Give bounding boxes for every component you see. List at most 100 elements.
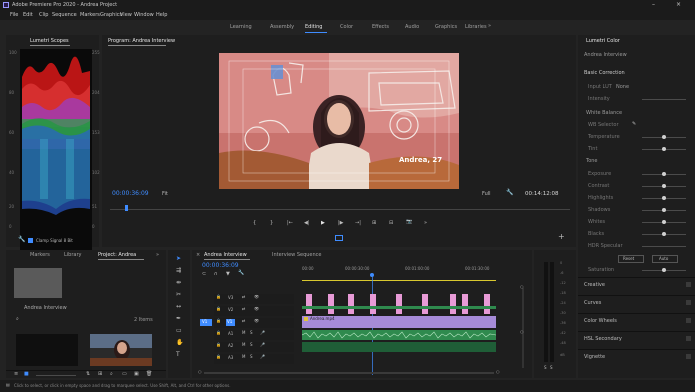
workspace-assembly[interactable]: Assembly bbox=[270, 25, 294, 30]
tab-markers[interactable]: Markers bbox=[30, 253, 50, 258]
list-view-icon[interactable]: ≡ bbox=[14, 372, 18, 377]
hsl-secondary-toggle[interactable] bbox=[686, 336, 691, 341]
slip-tool-icon[interactable]: ↔ bbox=[176, 304, 181, 310]
wrench-settings-icon[interactable]: 🔧 bbox=[506, 190, 513, 196]
creative-section[interactable]: Creative bbox=[584, 283, 605, 288]
vignette-section[interactable]: Vignette bbox=[584, 355, 605, 360]
ripple-edit-tool-icon[interactable]: ⇹ bbox=[176, 280, 181, 286]
eyedropper-icon[interactable]: ✎ bbox=[632, 122, 636, 127]
find-icon[interactable]: ⌕ bbox=[110, 372, 113, 377]
v2-pink-clip-6[interactable] bbox=[422, 294, 428, 314]
workspace-graphics[interactable]: Graphics bbox=[435, 25, 457, 30]
v2-sync-icon[interactable]: ⇄ bbox=[242, 307, 245, 311]
razor-tool-icon[interactable]: ✂ bbox=[176, 292, 181, 298]
transport-more-button[interactable]: » bbox=[424, 221, 427, 226]
v2-pink-clip-4[interactable] bbox=[370, 294, 376, 314]
timeline-scroll-up-knob[interactable]: ○ bbox=[520, 285, 524, 289]
mark-out-button[interactable]: } bbox=[270, 221, 273, 226]
close-button[interactable]: × bbox=[676, 2, 681, 8]
workspace-color[interactable]: Color bbox=[340, 25, 353, 30]
reset-button[interactable]: Reset bbox=[618, 255, 644, 263]
v2-pink-clip-3[interactable] bbox=[348, 294, 354, 314]
mark-in-button[interactable]: { bbox=[253, 221, 256, 226]
vignette-toggle[interactable] bbox=[686, 354, 691, 359]
color-wheels-section[interactable]: Color Wheels bbox=[584, 319, 617, 324]
menu-graphics[interactable]: Graphics bbox=[100, 13, 122, 18]
v2-pink-clip-9[interactable] bbox=[484, 294, 490, 314]
search-icon[interactable]: ⌕ bbox=[16, 317, 19, 322]
v2-eye-icon[interactable]: 👁 bbox=[254, 307, 259, 311]
a1-solo-icon[interactable]: S bbox=[250, 331, 253, 335]
v1-eye-icon[interactable]: 👁 bbox=[254, 319, 259, 323]
source-patch-v1[interactable]: V1 bbox=[200, 319, 212, 326]
v2-pink-clip-5[interactable] bbox=[396, 294, 402, 314]
hsl-secondary-section[interactable]: HSL Secondary bbox=[584, 337, 622, 342]
clear-icon[interactable]: 🗑 bbox=[146, 372, 152, 377]
lift-button[interactable]: ⊞ bbox=[372, 221, 376, 226]
menu-help[interactable]: Help bbox=[156, 13, 167, 18]
timeline-wrench-icon[interactable]: 🔧 bbox=[238, 271, 244, 276]
v2-green-bar[interactable] bbox=[302, 306, 496, 309]
menu-markers[interactable]: Markers bbox=[80, 13, 100, 18]
workspace-editing[interactable]: Editing bbox=[305, 25, 322, 30]
auto-button[interactable]: Auto bbox=[652, 255, 678, 263]
v2-pink-clip-8[interactable] bbox=[462, 294, 468, 314]
exposure-knob[interactable] bbox=[662, 172, 666, 176]
linked-selection-icon[interactable]: ∩ bbox=[214, 272, 218, 277]
scopes-tab[interactable]: Lumetri Scopes bbox=[30, 39, 69, 44]
add-marker-icon[interactable]: ▼ bbox=[226, 272, 230, 277]
a2-lock-icon[interactable]: 🔒 bbox=[216, 343, 221, 347]
solo-left-button[interactable]: S bbox=[544, 366, 547, 370]
intensity-slider[interactable] bbox=[642, 99, 686, 100]
timeline-scroll-mid-knob[interactable]: ○ bbox=[520, 330, 524, 334]
project-more-button[interactable]: » bbox=[156, 253, 159, 258]
v3-sync-icon[interactable]: ⇄ bbox=[242, 295, 245, 299]
a3-mute-icon[interactable]: M bbox=[242, 355, 245, 359]
timeline-tab[interactable]: Andrea Interview bbox=[204, 253, 247, 258]
tab-project[interactable]: Project: Andrea bbox=[98, 253, 136, 258]
timeline-close-button[interactable]: × bbox=[196, 253, 200, 258]
tint-knob[interactable] bbox=[662, 147, 666, 151]
v2-lock-icon[interactable]: 🔒 bbox=[216, 307, 221, 311]
whites-knob[interactable] bbox=[662, 220, 666, 224]
a2-solo-icon[interactable]: S bbox=[250, 343, 253, 347]
contrast-knob[interactable] bbox=[662, 184, 666, 188]
step-forward-button[interactable]: |▶ bbox=[338, 221, 344, 226]
sort-icon[interactable]: ⇅ bbox=[86, 372, 90, 377]
hdr-specular-slider[interactable] bbox=[642, 246, 686, 247]
project-clip-thumbnail-1[interactable] bbox=[16, 334, 78, 366]
highlights-knob[interactable] bbox=[662, 196, 666, 200]
timeline-timecode[interactable]: 00:00:36:09 bbox=[202, 263, 239, 269]
curves-section[interactable]: Curves bbox=[584, 301, 601, 306]
work-area-bar[interactable] bbox=[302, 280, 496, 281]
icon-view-icon[interactable]: ■ bbox=[24, 372, 29, 377]
v1-lock-icon[interactable]: 🔒 bbox=[216, 319, 221, 323]
extract-button[interactable]: ⊟ bbox=[389, 221, 393, 226]
export-frame-camera-icon[interactable]: 📷 bbox=[406, 220, 412, 225]
temperature-knob[interactable] bbox=[662, 135, 666, 139]
program-tab[interactable]: Program: Andrea Interview bbox=[108, 39, 175, 44]
workspace-more-button[interactable]: » bbox=[488, 24, 491, 29]
color-wheels-toggle[interactable] bbox=[686, 318, 691, 323]
program-add-button[interactable]: + bbox=[558, 233, 565, 241]
hand-tool-icon[interactable]: ✋ bbox=[176, 340, 183, 346]
program-playhead[interactable] bbox=[125, 205, 128, 211]
snap-icon[interactable]: ⊂ bbox=[202, 272, 206, 277]
pen-tool-icon[interactable]: ✒ bbox=[176, 316, 181, 322]
v2-pink-clip-2[interactable] bbox=[328, 294, 334, 314]
timeline-zoom-left-handle[interactable]: ○ bbox=[198, 370, 202, 374]
minimize-button[interactable]: – bbox=[652, 2, 655, 8]
v1-target-toggle[interactable]: V1 bbox=[226, 319, 235, 326]
creative-toggle[interactable] bbox=[686, 282, 691, 287]
project-clip-thumbnail-2[interactable] bbox=[90, 334, 152, 366]
v1-sync-icon[interactable]: ⇄ bbox=[242, 319, 245, 323]
saturation-knob[interactable] bbox=[662, 268, 666, 272]
timeline-horizontal-scrollbar[interactable] bbox=[204, 372, 494, 374]
clamp-checkbox[interactable] bbox=[28, 238, 33, 243]
basic-correction-heading[interactable]: Basic Correction bbox=[584, 71, 625, 76]
thumbnail-zoom-slider[interactable] bbox=[36, 375, 76, 376]
rectangle-tool-icon[interactable]: ▭ bbox=[176, 328, 182, 334]
workspace-learning[interactable]: Learning bbox=[230, 25, 252, 30]
workspace-libraries[interactable]: Libraries bbox=[465, 25, 487, 30]
track-select-tool-icon[interactable]: ⇶ bbox=[176, 268, 181, 274]
